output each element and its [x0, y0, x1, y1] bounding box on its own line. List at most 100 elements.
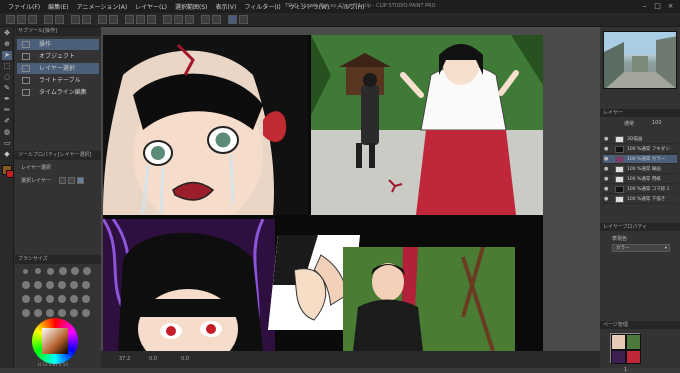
colorize-icon[interactable] — [185, 15, 194, 24]
zoom-readout[interactable]: 37.2 — [119, 356, 130, 362]
fill-tool-icon[interactable]: ◆ — [2, 150, 12, 159]
pencil-tool-icon[interactable]: ✏ — [2, 106, 12, 115]
open-file-icon[interactable] — [17, 15, 26, 24]
brush-size-preset[interactable] — [71, 267, 79, 275]
brush-size-preset[interactable] — [35, 268, 41, 274]
sub-color-swatch[interactable] — [6, 170, 14, 178]
eyedropper-tool-icon[interactable]: ✎ — [2, 84, 12, 93]
brush-size-preset[interactable] — [70, 309, 78, 317]
clear-icon[interactable] — [71, 15, 80, 24]
maximize-icon[interactable]: □ — [653, 2, 662, 11]
menu-layer[interactable]: レイヤー(L) — [131, 2, 171, 11]
layer-row[interactable]: ● 100 %通常 カラー — [603, 155, 677, 164]
subtool-object[interactable]: オブジェクト — [17, 51, 99, 62]
brush-size-preset[interactable] — [34, 281, 42, 289]
eye-icon[interactable]: ● — [604, 157, 609, 162]
rotation-readout[interactable]: 0.0 — [149, 356, 157, 362]
menu-select[interactable]: 選択範囲(S) — [171, 2, 212, 11]
eye-icon[interactable]: ● — [604, 177, 609, 182]
brush-size-preset[interactable] — [22, 281, 30, 289]
layer-row[interactable]: ● 100 %通常 下描き — [603, 195, 677, 204]
menu-edit[interactable]: 編集(E) — [44, 2, 72, 11]
option-toggle[interactable] — [59, 177, 66, 184]
brush-size-preset[interactable] — [22, 295, 30, 303]
deselect-icon[interactable] — [98, 15, 107, 24]
brush-size-preset[interactable] — [46, 295, 54, 303]
menu-view[interactable]: 表示(V) — [212, 2, 241, 11]
navigator-preview[interactable] — [603, 31, 677, 89]
close-icon[interactable]: × — [666, 2, 675, 11]
snap-ruler-icon[interactable] — [125, 15, 134, 24]
minimize-icon[interactable]: – — [640, 2, 649, 11]
menu-animation[interactable]: アニメーション(A) — [73, 2, 132, 11]
layer-blend-mode[interactable]: 通常 — [624, 120, 634, 127]
layer-row[interactable]: ● 100 %通常 フキダシ — [603, 145, 677, 154]
brush-size-preset[interactable] — [82, 295, 90, 303]
clip-studio-icon[interactable] — [163, 15, 172, 24]
zoom-tool-icon[interactable]: ⊕ — [2, 40, 12, 49]
manga-page[interactable] — [103, 35, 543, 351]
tile-view-icon[interactable] — [201, 15, 210, 24]
subtool-operation[interactable]: 操作 — [17, 39, 99, 50]
menu-file[interactable]: ファイル(F) — [4, 2, 44, 11]
brush-size-preset[interactable] — [47, 268, 54, 275]
snap-special-icon[interactable] — [147, 15, 156, 24]
eye-icon[interactable]: ● — [604, 167, 609, 172]
invert-selection-icon[interactable] — [109, 15, 118, 24]
brush-size-preset[interactable] — [82, 281, 90, 289]
option-toggle[interactable] — [68, 177, 75, 184]
undo-icon[interactable] — [44, 15, 53, 24]
save-icon[interactable] — [28, 15, 37, 24]
move-tool-icon[interactable]: ✥ — [2, 29, 12, 38]
brush-size-preset[interactable] — [70, 281, 78, 289]
canvas-area[interactable] — [101, 27, 600, 351]
brush-size-preset[interactable] — [46, 309, 54, 317]
color-wheel[interactable] — [32, 318, 78, 364]
layer-row[interactable]: ● 100 %通常 コマ枠 1 — [603, 185, 677, 194]
eye-icon[interactable]: ● — [604, 147, 609, 152]
transform-icon[interactable] — [82, 15, 91, 24]
brush-size-preset[interactable] — [58, 295, 66, 303]
brush-size-preset[interactable] — [58, 309, 66, 317]
pen-tool-icon[interactable]: ✒ — [2, 95, 12, 104]
page-thumbnail[interactable] — [610, 333, 641, 364]
layer-row[interactable]: ● 100 %通常 線画 — [603, 165, 677, 174]
brush-icon[interactable] — [228, 15, 237, 24]
expression-color-select[interactable]: カラー ▾ — [612, 244, 670, 252]
brush-size-preset[interactable] — [23, 269, 28, 274]
brush-tool-icon[interactable]: ✐ — [2, 117, 12, 126]
redo-icon[interactable] — [55, 15, 64, 24]
operation-tool-icon[interactable]: ➤ — [2, 51, 12, 60]
brush-size-preset[interactable] — [46, 281, 54, 289]
eye-icon[interactable]: ● — [604, 187, 609, 192]
layer-opacity[interactable]: 100 — [652, 120, 662, 126]
menu-filter[interactable]: フィルター(I) — [240, 2, 284, 11]
brush-size-preset[interactable] — [59, 267, 67, 275]
selection-tool-icon[interactable]: ⬚ — [2, 62, 12, 71]
brush-size-preset[interactable] — [34, 309, 42, 317]
layout-icon[interactable] — [212, 15, 221, 24]
airbrush-tool-icon[interactable]: ◍ — [2, 128, 12, 137]
assets-icon[interactable] — [174, 15, 183, 24]
eye-icon[interactable]: ● — [604, 137, 609, 142]
subtool-timeline[interactable]: タイムライン編集 — [17, 87, 99, 98]
subtool-light-table[interactable]: ライトテーブル — [17, 75, 99, 86]
subtool-layer-select[interactable]: レイヤー選択 — [17, 63, 99, 74]
eye-icon[interactable]: ● — [604, 197, 609, 202]
pen-icon[interactable] — [239, 15, 248, 24]
snap-grid-icon[interactable] — [136, 15, 145, 24]
lasso-tool-icon[interactable]: ◌ — [2, 73, 12, 82]
brush-size-preset[interactable] — [22, 309, 30, 317]
color-square[interactable] — [42, 328, 68, 354]
comic-panel-shrine — [311, 35, 543, 215]
option-toggle[interactable] — [77, 177, 84, 184]
brush-size-preset[interactable] — [82, 309, 90, 317]
eraser-tool-icon[interactable]: ▭ — [2, 139, 12, 148]
layer-row[interactable]: ● 3D描画 — [603, 135, 677, 144]
brush-size-preset[interactable] — [58, 281, 66, 289]
brush-size-preset[interactable] — [70, 295, 78, 303]
layer-row[interactable]: ● 100 %通常 用紙 — [603, 175, 677, 184]
brush-size-preset[interactable] — [83, 267, 91, 275]
brush-size-preset[interactable] — [34, 295, 42, 303]
new-file-icon[interactable] — [6, 15, 15, 24]
